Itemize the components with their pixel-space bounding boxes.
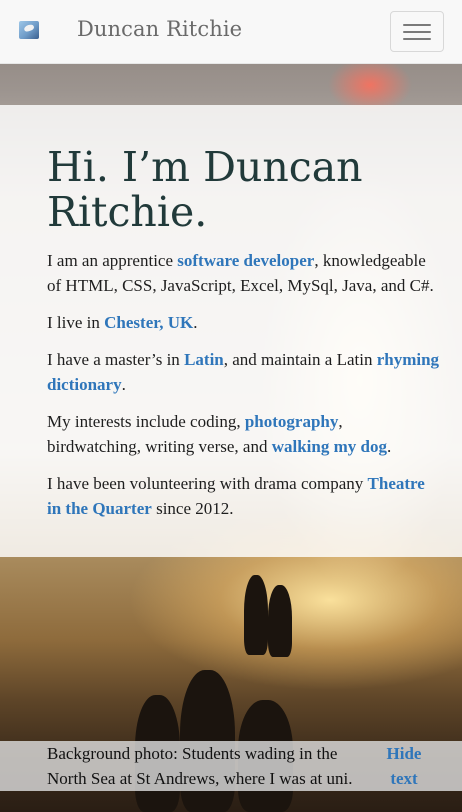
bird-logo-icon[interactable] xyxy=(19,21,39,39)
interests-paragraph: My interests include coding, photography… xyxy=(47,409,440,459)
intro-panel: Hi. I’m Duncan Ritchie. I am an apprenti… xyxy=(0,105,462,557)
photo-caption-bar: Background photo: Students wading in the… xyxy=(0,741,462,791)
photography-link[interactable]: photography xyxy=(245,412,339,431)
brand-name-link[interactable]: Duncan Ritchie xyxy=(77,17,242,41)
masters-paragraph: I have a master’s in Latin, and maintain… xyxy=(47,347,440,397)
hide-text-link[interactable]: Hide text xyxy=(380,741,428,791)
hamburger-menu-icon xyxy=(403,37,431,40)
software-developer-link[interactable]: software developer xyxy=(177,251,314,270)
silhouette-person xyxy=(244,575,268,655)
walking-my-dog-link[interactable]: walking my dog xyxy=(272,437,387,456)
hamburger-menu-icon xyxy=(403,23,431,26)
latin-link[interactable]: Latin xyxy=(184,350,224,369)
intro-paragraph: I am an apprentice software developer, k… xyxy=(47,248,440,298)
volunteer-paragraph: I have been volunteering with drama comp… xyxy=(47,471,440,521)
intro-text: I am an apprentice xyxy=(47,251,178,270)
page-title: Hi. I’m Duncan Ritchie. xyxy=(47,143,363,236)
silhouette-person xyxy=(268,585,292,657)
volunteer-text: since 2012. xyxy=(151,499,234,518)
hamburger-menu-button[interactable] xyxy=(390,11,444,52)
chester-uk-link[interactable]: Chester, UK xyxy=(104,313,193,332)
masters-text: . xyxy=(121,375,126,394)
photo-caption: Background photo: Students wading in the… xyxy=(47,744,353,788)
interests-text: My interests include coding, xyxy=(47,412,245,431)
hamburger-menu-icon xyxy=(403,30,431,33)
interests-text: . xyxy=(386,437,392,456)
volunteer-text: I have been volunteering with drama comp… xyxy=(47,474,368,493)
location-text: . xyxy=(193,313,198,332)
masters-text: I have a master’s in xyxy=(47,350,185,369)
location-text: I live in xyxy=(47,313,105,332)
location-paragraph: I live in Chester, UK. xyxy=(47,310,440,335)
masters-text: , and maintain a Latin xyxy=(223,350,377,369)
navbar: Duncan Ritchie xyxy=(0,0,462,64)
